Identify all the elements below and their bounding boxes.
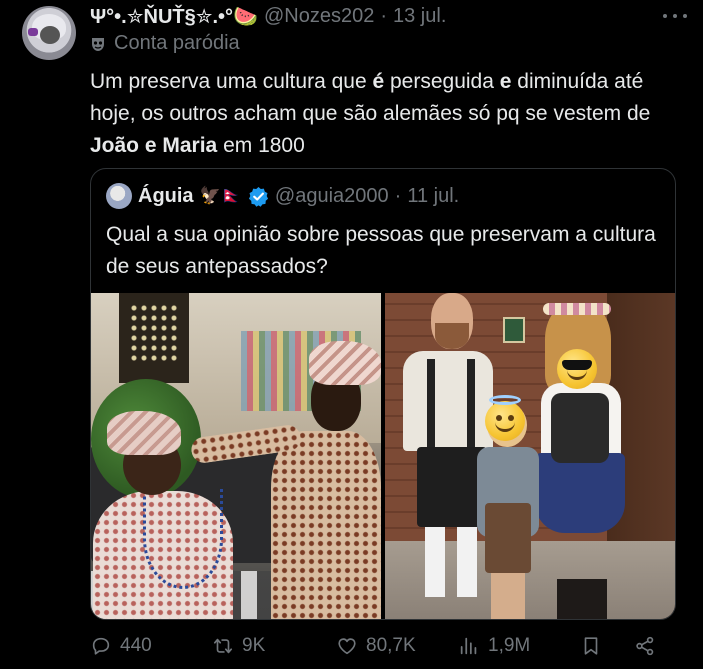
like-count: 80,7K: [366, 635, 416, 656]
bookmark-icon: [584, 637, 598, 655]
quoted-date: 11 jul.: [407, 184, 460, 207]
like-button[interactable]: 80,7K: [336, 635, 416, 657]
views-button[interactable]: 1,9M: [458, 635, 530, 657]
more-icon[interactable]: [663, 6, 687, 26]
mask-icon: [92, 37, 104, 51]
bookmark-button[interactable]: [580, 635, 602, 657]
action-bar: 440 9K 80,7K 1,9M: [90, 630, 660, 662]
quoted-display-name: Águia: [138, 184, 194, 207]
tweet-text-part: perseguida: [384, 70, 500, 93]
reply-icon: [92, 637, 110, 655]
tweet-header: Ψ°•.✮ŇUŤ§✮.•°🍉 @Nozes202 · 13 jul.: [90, 4, 446, 28]
photo-baianas[interactable]: [91, 293, 381, 619]
repost-icon: [213, 638, 233, 654]
tweet-text-part: Um preserva uma cultura que: [90, 70, 373, 93]
separator-dot: ·: [394, 184, 402, 207]
media-grid: [91, 293, 675, 619]
quoted-avatar: [106, 183, 132, 209]
tweet-text-bold: e: [499, 70, 512, 93]
share-icon: [636, 636, 654, 656]
reply-count: 440: [120, 635, 152, 656]
photo-family-costume[interactable]: [385, 293, 675, 619]
views-icon: [460, 637, 477, 655]
reply-button[interactable]: 440: [90, 635, 152, 657]
quoted-handle: @aguia2000: [274, 184, 389, 207]
parody-label: Conta paródia: [114, 32, 240, 54]
share-button[interactable]: [634, 635, 656, 657]
smiley-sunglasses-icon: [557, 349, 597, 389]
quoted-tweet-text: Qual a sua opinião sobre pessoas que pre…: [106, 223, 656, 278]
tweet-text-part: em 1800: [217, 134, 305, 157]
quoted-name-emoji: 🦅🇳🇵: [199, 186, 242, 205]
parody-badge: Conta paródia: [90, 32, 240, 55]
views-count: 1,9M: [488, 635, 531, 656]
tweet-text-bold: João e Maria: [90, 134, 218, 157]
handle[interactable]: @Nozes202: [264, 5, 374, 28]
tweet-text-bold: é: [372, 70, 385, 93]
tweet-text: Um preserva uma cultura que é perseguida…: [90, 66, 690, 162]
repost-button[interactable]: 9K: [212, 635, 265, 657]
display-name[interactable]: Ψ°•.✮ŇUŤ§✮.•°🍉: [90, 4, 258, 29]
quoted-tweet[interactable]: Águia 🦅🇳🇵 @aguia2000 · 11 jul. Qual a su…: [90, 168, 676, 620]
like-icon: [338, 638, 356, 655]
separator-dot: ·: [380, 4, 387, 27]
avatar[interactable]: [22, 6, 76, 60]
quoted-tweet-header: Águia 🦅🇳🇵 @aguia2000 · 11 jul.: [106, 183, 459, 209]
smiley-halo-icon: [485, 395, 525, 441]
repost-count: 9K: [242, 635, 266, 656]
tweet-date[interactable]: 13 jul.: [393, 5, 446, 28]
verified-icon: [248, 186, 268, 207]
